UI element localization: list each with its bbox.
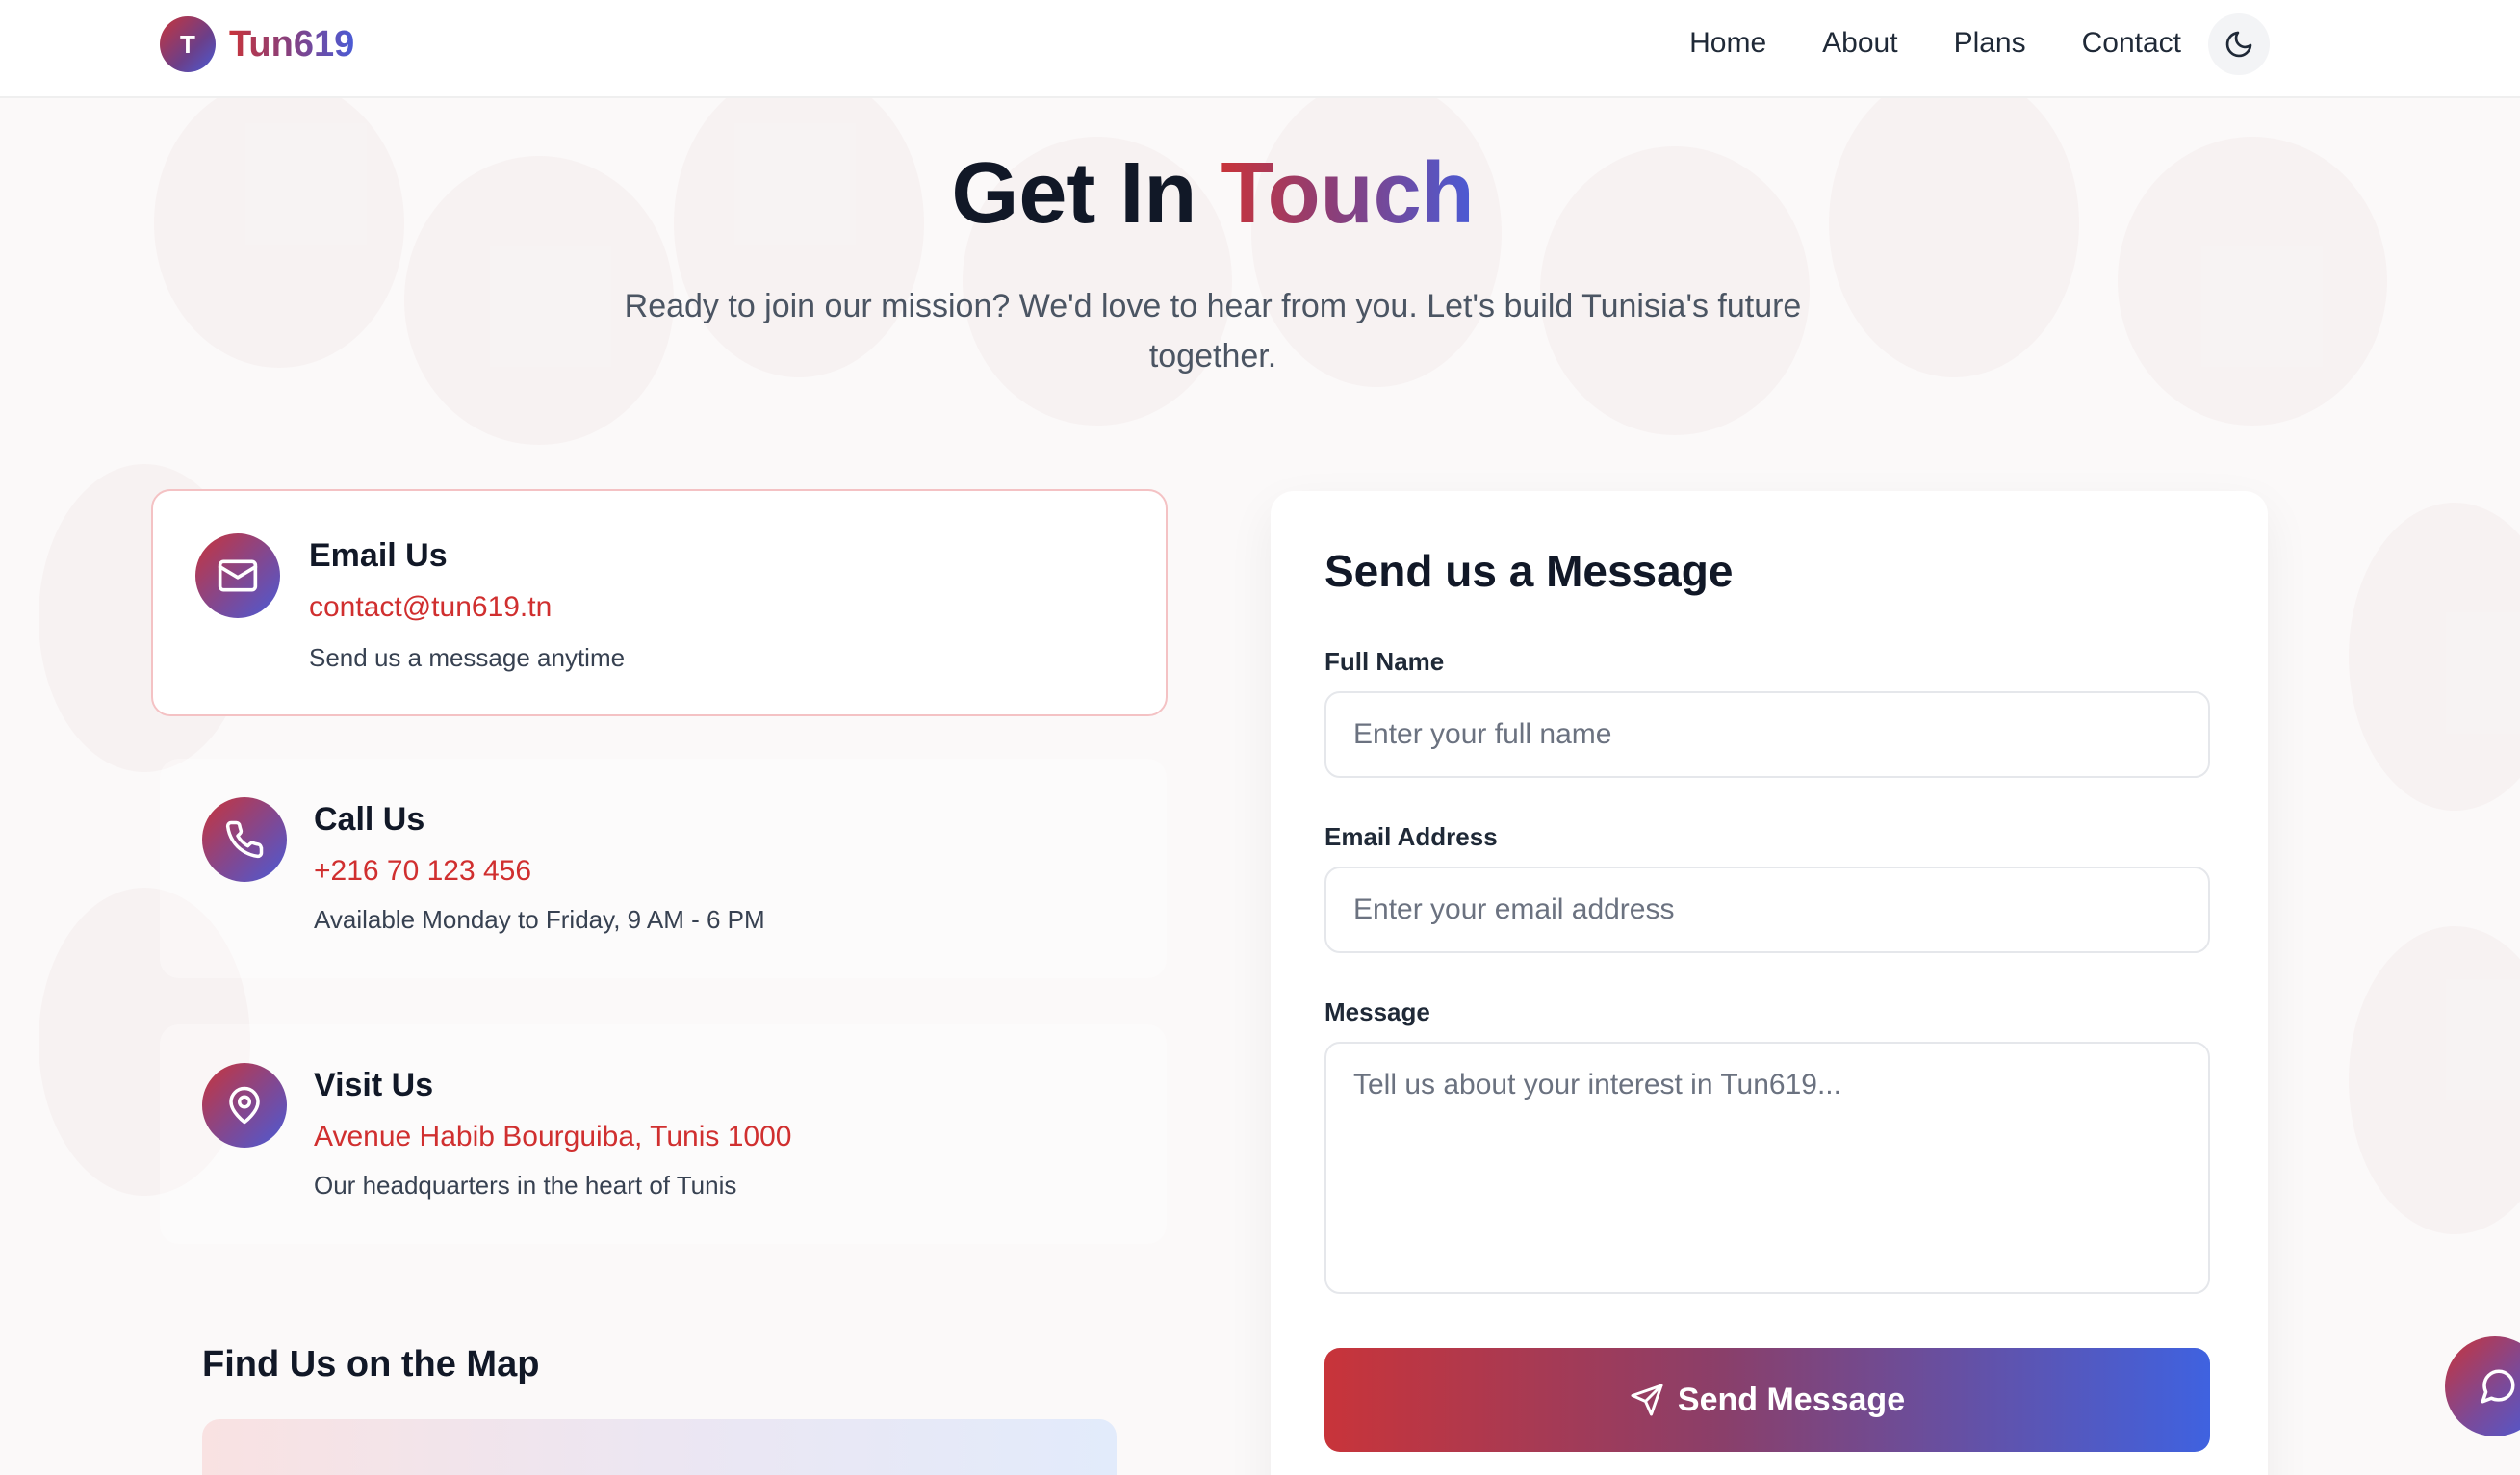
address-link[interactable]: Avenue Habib Bourguiba, Tunis 1000: [314, 1121, 791, 1153]
card-title: Visit Us: [314, 1067, 434, 1103]
full-name-label: Full Name: [1324, 647, 1445, 676]
theme-toggle-button[interactable]: [2208, 13, 2270, 75]
map-embed[interactable]: [202, 1419, 1117, 1475]
moon-icon: [2225, 31, 2252, 58]
message-textarea[interactable]: [1324, 1042, 2210, 1294]
contact-icon-circle: [195, 533, 280, 618]
contact-page: T Tun619 Home About Plans Contact Get In…: [0, 0, 2520, 1475]
title-plain: Get In: [951, 145, 1197, 242]
mail-icon: [218, 559, 258, 592]
email-link[interactable]: contact@tun619.tn: [309, 591, 552, 624]
title-accent: Touch: [1221, 145, 1475, 242]
card-description: Send us a message anytime: [309, 643, 626, 672]
nav-about[interactable]: About: [1822, 27, 1897, 60]
logo-text: Tun619: [229, 23, 355, 65]
map-pin-icon: [229, 1086, 260, 1125]
nav-plans[interactable]: Plans: [1954, 27, 2026, 60]
phone-link[interactable]: +216 70 123 456: [314, 855, 531, 888]
page-title: Get In Touch: [0, 144, 2426, 244]
card-description: Available Monday to Friday, 9 AM - 6 PM: [314, 905, 765, 934]
top-navbar: T Tun619 Home About Plans Contact: [0, 0, 2520, 98]
phone-icon: [225, 820, 264, 859]
chat-bubble-icon: [2481, 1369, 2515, 1404]
card-title: Email Us: [309, 537, 448, 574]
form-title: Send us a Message: [1324, 546, 1734, 596]
contact-icon-circle: [202, 797, 287, 882]
contact-card-phone[interactable]: Call Us +216 70 123 456 Available Monday…: [160, 759, 1167, 978]
map-section-title: Find Us on the Map: [202, 1344, 540, 1384]
logo-badge: T: [160, 16, 216, 72]
email-label: Email Address: [1324, 822, 1498, 851]
nav-contact[interactable]: Contact: [2082, 27, 2181, 60]
full-name-input[interactable]: [1324, 691, 2210, 778]
message-label: Message: [1324, 997, 1430, 1026]
page-subtitle: Ready to join our mission? We'd love to …: [624, 288, 1802, 375]
send-icon: [1631, 1384, 1663, 1416]
send-message-button[interactable]: Send Message: [1324, 1348, 2210, 1452]
nav-home[interactable]: Home: [1689, 27, 1766, 60]
email-input[interactable]: [1324, 867, 2210, 953]
contact-card-address[interactable]: Visit Us Avenue Habib Bourguiba, Tunis 1…: [160, 1024, 1167, 1244]
send-button-label: Send Message: [1677, 1381, 1906, 1418]
contact-form: Send us a Message Full Name Email Addres…: [1271, 491, 2268, 1475]
main-nav: Home About Plans Contact: [1689, 27, 2181, 60]
card-title: Call Us: [314, 801, 425, 838]
contact-icon-circle: [202, 1063, 287, 1148]
card-description: Our headquarters in the heart of Tunis: [314, 1171, 737, 1200]
contact-card-email[interactable]: Email Us contact@tun619.tn Send us a mes…: [151, 489, 1168, 716]
brand-logo[interactable]: T Tun619: [160, 16, 354, 72]
